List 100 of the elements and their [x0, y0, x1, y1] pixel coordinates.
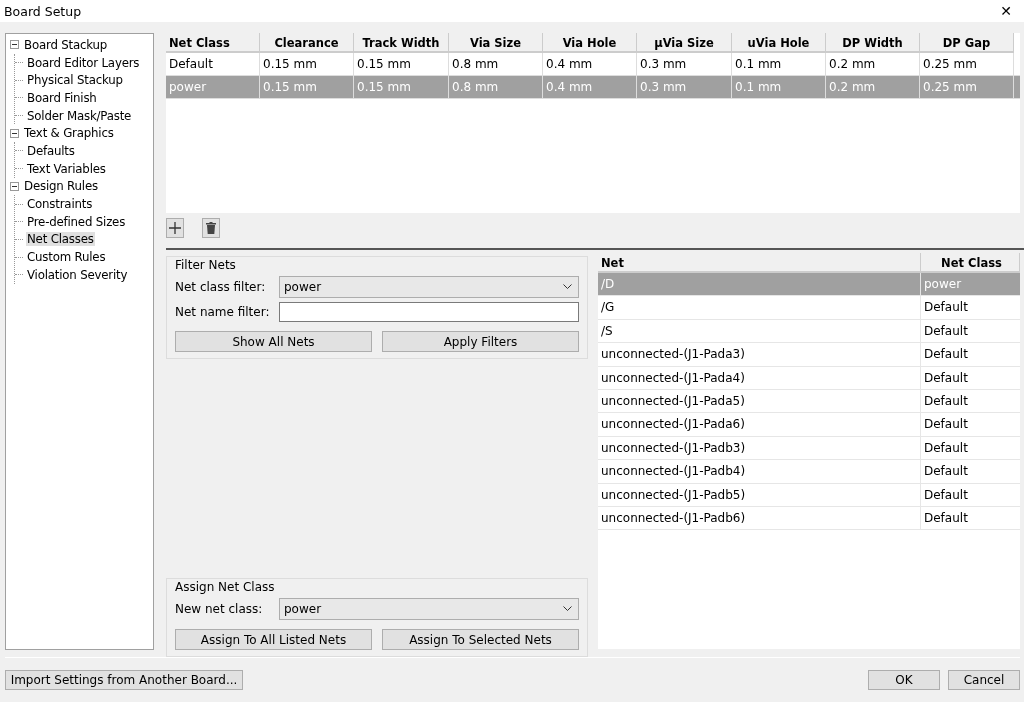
table-cell: 0.25 mm: [920, 53, 1014, 75]
table-cell: 0.3 mm: [637, 53, 732, 75]
table-cell: 0.1 mm: [732, 53, 826, 75]
table-cell: /G: [598, 296, 921, 319]
column-header[interactable]: Net Class: [166, 33, 260, 53]
table-cell: 0.1 mm: [732, 76, 826, 98]
column-header[interactable]: Track Width: [354, 33, 449, 53]
table-cell: 0.15 mm: [260, 76, 354, 98]
table-cell-text: Default: [923, 322, 969, 340]
ok-button[interactable]: OK: [868, 670, 940, 690]
table-cell: /S: [598, 319, 921, 343]
table-cell: unconnected-(J1-Pada5): [598, 389, 921, 413]
tree-item[interactable]: Board Finish: [26, 90, 98, 105]
table-cell-text: Default: [923, 392, 969, 410]
table-cell: unconnected-(J1-Pada6): [598, 413, 921, 436]
window-title: Board Setup: [4, 3, 82, 19]
table-cell-text: Default: [923, 486, 969, 504]
tree-item[interactable]: Constraints: [26, 197, 94, 212]
net-row[interactable]: unconnected-(J1-Padb5) Default: [598, 483, 1020, 507]
net-row[interactable]: unconnected-(J1-Pada3) Default: [598, 343, 1020, 367]
field-label: Net class filter:: [175, 280, 267, 294]
net-row[interactable]: unconnected-(J1-Padb3) Default: [598, 436, 1020, 461]
column-header[interactable]: Via Size: [449, 33, 543, 53]
net-row[interactable]: unconnected-(J1-Pada4) Default: [598, 366, 1020, 390]
table-cell: /D: [598, 273, 921, 296]
table-cell-text: Default: [923, 299, 969, 317]
table-cell-text: Default: [923, 416, 969, 434]
net-class-filter-dropdown[interactable]: power: [279, 276, 579, 298]
net-row[interactable]: unconnected-(J1-Padb6) Default: [598, 506, 1020, 531]
column-header[interactable]: Net: [598, 253, 921, 273]
filter-button[interactable]: Show All Nets: [175, 331, 372, 352]
table-cell: 0.8 mm: [449, 76, 543, 98]
column-header[interactable]: Net Class: [921, 253, 1020, 273]
field-label: New net class:: [175, 602, 264, 616]
table-cell: Default: [166, 53, 260, 75]
collapse-icon[interactable]: [10, 128, 19, 138]
import-settings-button[interactable]: Import Settings from Another Board...: [5, 670, 243, 690]
tree-item[interactable]: Text & Graphics: [23, 126, 115, 141]
tree-item[interactable]: Custom Rules: [26, 250, 107, 265]
filter-button[interactable]: Apply Filters: [382, 331, 579, 352]
table-cell: 0.15 mm: [354, 53, 449, 75]
table-cell-text: Default: [923, 509, 969, 527]
tree-item[interactable]: Net Classes: [26, 232, 95, 247]
net-row[interactable]: /S Default: [598, 319, 1020, 344]
cancel-button[interactable]: Cancel: [948, 670, 1020, 690]
column-header[interactable]: Via Hole: [543, 33, 637, 53]
delete-button[interactable]: [202, 218, 220, 238]
table-cell: unconnected-(J1-Padb5): [598, 483, 921, 506]
net-row[interactable]: unconnected-(J1-Padb4) Default: [598, 460, 1020, 484]
collapse-icon[interactable]: [10, 40, 19, 50]
new-net-class-dropdown[interactable]: power: [279, 598, 579, 620]
assign-button[interactable]: Assign To All Listed Nets: [175, 629, 372, 650]
caret-icon: [563, 606, 572, 612]
tree-item[interactable]: Physical Stackup: [26, 73, 124, 88]
tree-item[interactable]: Board Stackup: [23, 37, 109, 52]
add-button[interactable]: [166, 218, 184, 238]
table-cell: 0.4 mm: [543, 53, 637, 75]
tree-item[interactable]: Board Editor Layers: [26, 55, 141, 70]
tree-item[interactable]: Pre-defined Sizes: [26, 214, 127, 229]
group-title: Assign Net Class: [175, 580, 276, 594]
table-cell-text: Default: [923, 346, 969, 364]
tree-item[interactable]: Text Variables: [26, 161, 107, 176]
table-cell-text: Default: [923, 369, 969, 387]
table-cell-text: Default: [923, 463, 969, 481]
group-title: Filter Nets: [175, 258, 237, 272]
table-cell: unconnected-(J1-Padb4): [598, 460, 921, 483]
column-header[interactable]: µVia Size: [637, 33, 732, 53]
table-cell: unconnected-(J1-Pada3): [598, 343, 921, 366]
table-cell: unconnected-(J1-Padb6): [598, 506, 921, 530]
table-cell: power: [166, 76, 260, 98]
column-header[interactable]: Clearance: [260, 33, 354, 53]
collapse-icon[interactable]: [10, 181, 19, 191]
trash-icon: [206, 222, 216, 234]
close-button[interactable]: ✕: [996, 3, 1016, 19]
table-cell: 0.2 mm: [826, 53, 920, 75]
table-cell: 0.15 mm: [354, 76, 449, 98]
net-row[interactable]: /G Default: [598, 296, 1020, 320]
table-cell: 0.2 mm: [826, 76, 920, 98]
assign-button[interactable]: Assign To Selected Nets: [382, 629, 579, 650]
column-header[interactable]: DP Gap: [920, 33, 1014, 53]
caret-icon: [563, 284, 572, 290]
plus-icon: [169, 222, 181, 234]
table-cell-text: Default: [923, 439, 969, 457]
table-cell: 0.4 mm: [543, 76, 637, 98]
net-name-filter-field[interactable]: [279, 302, 579, 322]
tree-item[interactable]: Design Rules: [23, 179, 99, 194]
field-label: Net name filter:: [175, 305, 271, 319]
table-cell: 0.8 mm: [449, 53, 543, 75]
column-header[interactable]: DP Width: [826, 33, 920, 53]
table-cell-text: power: [923, 276, 963, 293]
tree-item[interactable]: Solder Mask/Paste: [26, 108, 133, 123]
column-header[interactable]: uVia Hole: [732, 33, 826, 53]
net-row[interactable]: unconnected-(J1-Pada6) Default: [598, 413, 1020, 437]
net-row[interactable]: unconnected-(J1-Pada5) Default: [598, 389, 1020, 414]
table-cell: unconnected-(J1-Pada4): [598, 366, 921, 389]
table-cell: 0.25 mm: [920, 76, 1014, 98]
table-cell: 0.3 mm: [637, 76, 732, 98]
tree-item[interactable]: Defaults: [26, 143, 76, 158]
tree-item[interactable]: Violation Severity: [26, 267, 129, 282]
table-cell: unconnected-(J1-Padb3): [598, 436, 921, 460]
